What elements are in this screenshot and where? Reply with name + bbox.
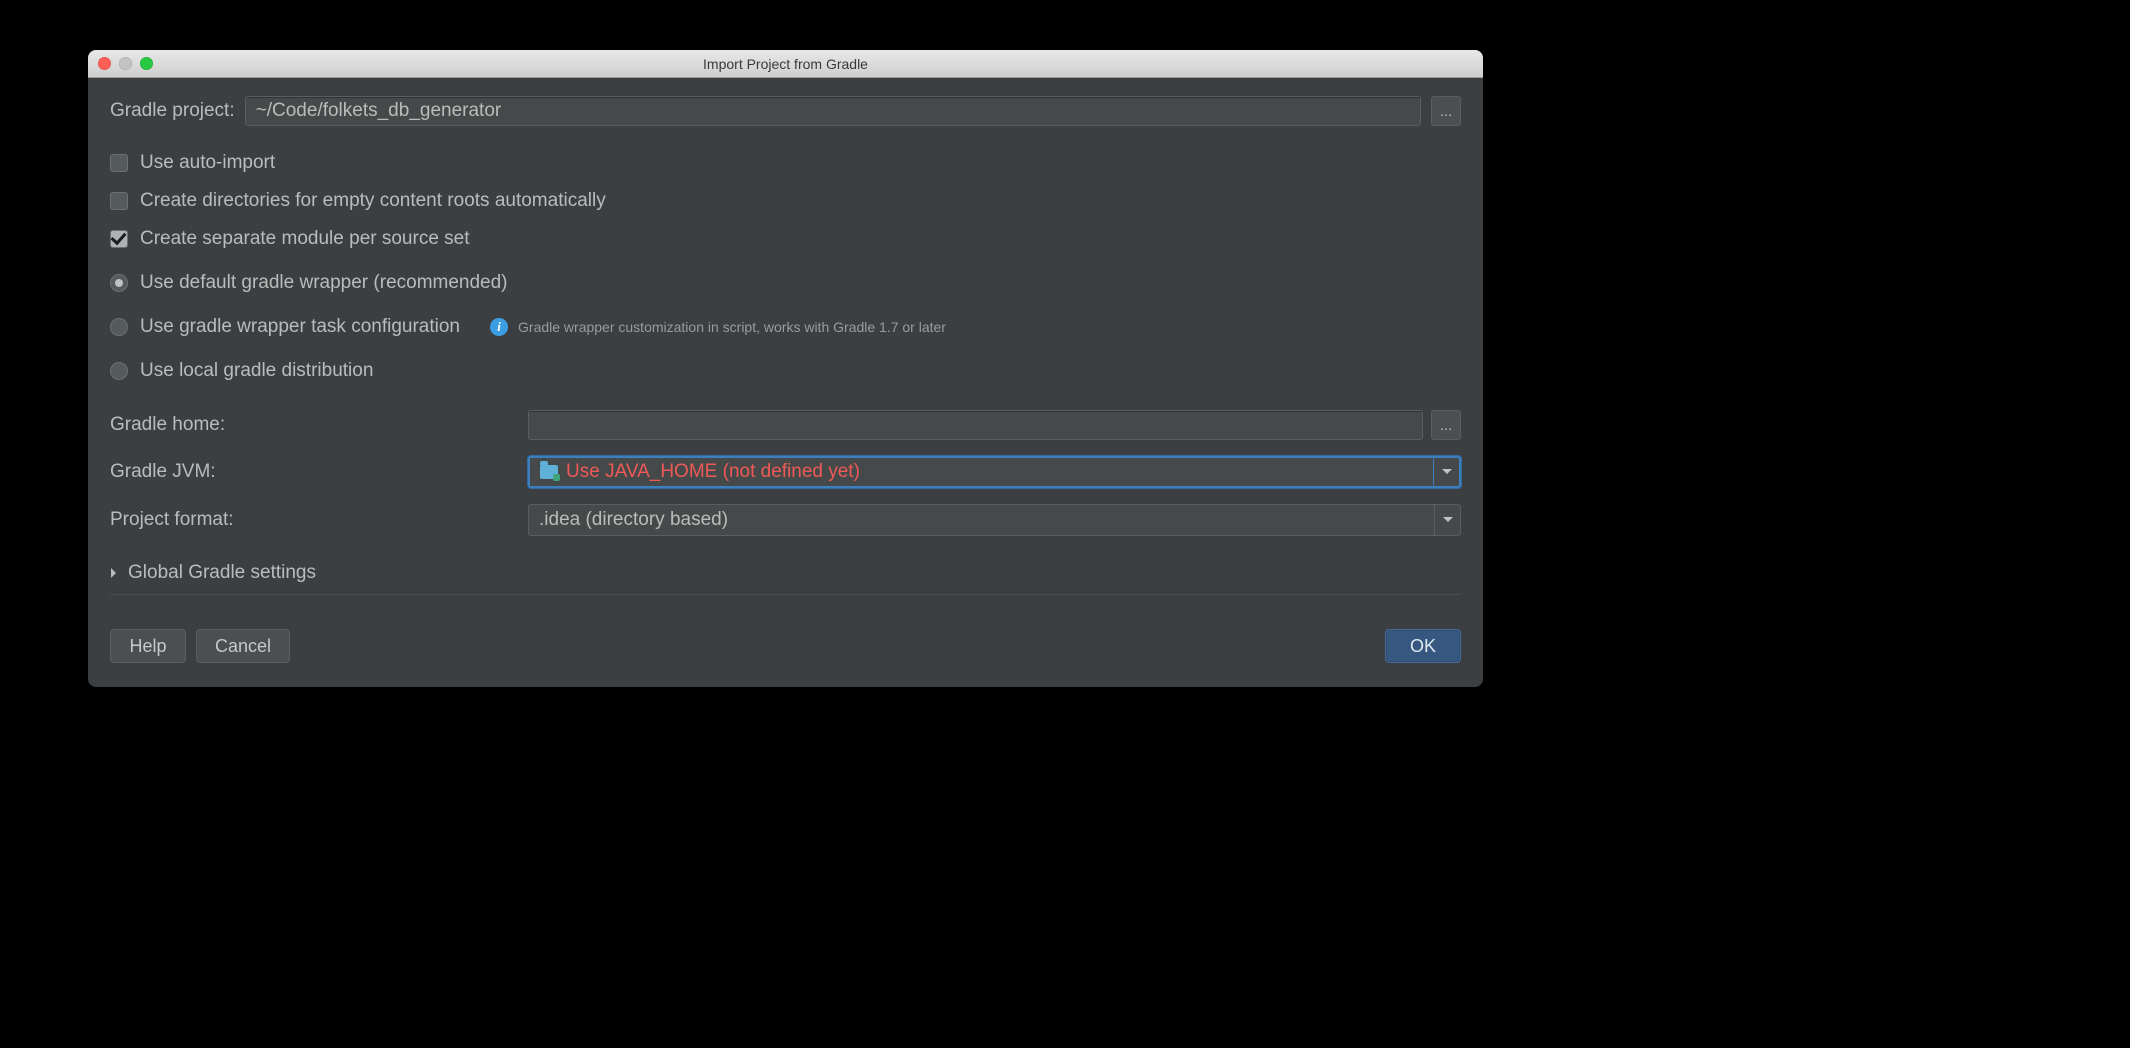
chevron-down-icon xyxy=(1434,505,1460,535)
gradle-project-row: Gradle project: ~/Code/folkets_db_genera… xyxy=(110,96,1461,126)
gradle-home-browse-button[interactable]: ... xyxy=(1431,410,1461,440)
project-format-select[interactable]: .idea (directory based) xyxy=(528,504,1461,536)
gradle-home-input[interactable] xyxy=(528,410,1423,440)
expander-label: Global Gradle settings xyxy=(128,562,316,584)
close-icon[interactable] xyxy=(98,57,111,70)
button-label: Help xyxy=(129,636,166,657)
gradle-project-label: Gradle project: xyxy=(110,100,235,122)
checkbox-label: Use auto-import xyxy=(140,152,275,174)
global-gradle-settings-expander[interactable]: Global Gradle settings xyxy=(110,558,1461,588)
separator xyxy=(110,594,1461,595)
checkbox-icon xyxy=(110,192,128,210)
radio-icon xyxy=(110,318,128,336)
project-format-label: Project format: xyxy=(110,509,528,531)
checkbox-separate-module[interactable]: Create separate module per source set xyxy=(110,220,1461,258)
radio-default-wrapper[interactable]: Use default gradle wrapper (recommended) xyxy=(110,264,1461,302)
checkbox-icon xyxy=(110,230,128,248)
help-button[interactable]: Help xyxy=(110,629,186,663)
button-label: Cancel xyxy=(215,636,271,657)
hint-text: Gradle wrapper customization in script, … xyxy=(518,319,946,335)
radio-local-dist[interactable]: Use local gradle distribution xyxy=(110,352,1461,390)
radio-wrapper-task[interactable]: Use gradle wrapper task configuration i … xyxy=(110,308,1461,346)
checkbox-label: Create directories for empty content roo… xyxy=(140,190,606,212)
minimize-icon[interactable] xyxy=(119,57,132,70)
info-icon: i xyxy=(490,318,508,336)
ellipsis-icon: ... xyxy=(1440,103,1453,120)
radio-icon xyxy=(110,274,128,292)
traffic-lights xyxy=(98,57,153,70)
dialog-window: Import Project from Gradle Gradle projec… xyxy=(88,50,1483,687)
radio-label: Use gradle wrapper task configuration xyxy=(140,316,460,338)
radio-label: Use local gradle distribution xyxy=(140,360,373,382)
gradle-project-input[interactable]: ~/Code/folkets_db_generator xyxy=(245,96,1421,126)
radio-icon xyxy=(110,362,128,380)
gradle-home-label: Gradle home: xyxy=(110,414,528,436)
checkbox-label: Create separate module per source set xyxy=(140,228,470,250)
radio-label: Use default gradle wrapper (recommended) xyxy=(140,272,508,294)
ellipsis-icon: ... xyxy=(1440,417,1453,434)
checkbox-icon xyxy=(110,154,128,172)
window-title: Import Project from Gradle xyxy=(88,50,1483,78)
wrapper-task-hint: i Gradle wrapper customization in script… xyxy=(490,318,946,336)
chevron-right-icon xyxy=(111,568,121,578)
gradle-project-value: ~/Code/folkets_db_generator xyxy=(256,100,502,122)
checkbox-auto-import[interactable]: Use auto-import xyxy=(110,144,1461,182)
titlebar: Import Project from Gradle xyxy=(88,50,1483,78)
cancel-button[interactable]: Cancel xyxy=(196,629,290,663)
folder-icon xyxy=(540,465,558,479)
chevron-down-icon xyxy=(1433,458,1459,486)
zoom-icon[interactable] xyxy=(140,57,153,70)
checkbox-create-dirs[interactable]: Create directories for empty content roo… xyxy=(110,182,1461,220)
gradle-jvm-select[interactable]: Use JAVA_HOME (not defined yet) xyxy=(528,456,1461,488)
project-format-value: .idea (directory based) xyxy=(539,509,728,531)
gradle-jvm-value: Use JAVA_HOME (not defined yet) xyxy=(566,461,860,483)
gradle-jvm-label: Gradle JVM: xyxy=(110,461,528,483)
gradle-project-browse-button[interactable]: ... xyxy=(1431,96,1461,126)
ok-button[interactable]: OK xyxy=(1385,629,1461,663)
button-label: OK xyxy=(1410,636,1436,657)
